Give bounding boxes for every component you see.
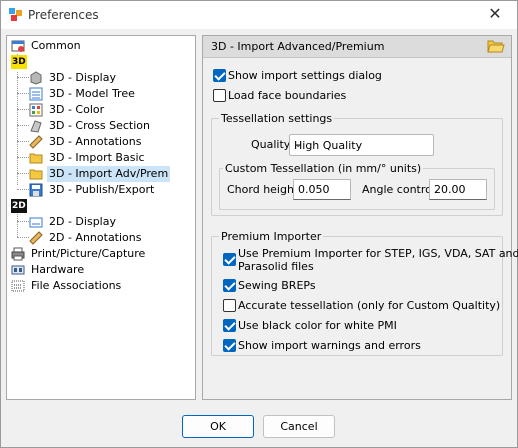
checkbox-label: Show import warnings and errors bbox=[238, 339, 421, 352]
checkbox-label: Accurate tessellation (only for Custom Q… bbox=[238, 299, 501, 312]
close-icon[interactable]: ✕ bbox=[473, 1, 517, 29]
panel-header: 3D - Import Advanced/Premium bbox=[203, 36, 511, 58]
checkbox-box[interactable] bbox=[213, 89, 226, 102]
3d-badge-icon: 3D bbox=[11, 55, 27, 69]
chord-height-label: Chord height bbox=[227, 183, 299, 196]
tree-label: 3D - Cross Section bbox=[49, 119, 150, 132]
sheet-icon bbox=[29, 217, 43, 228]
angle-control-input[interactable]: 20.00 bbox=[429, 179, 487, 200]
folder-icon bbox=[29, 169, 43, 180]
tree-label: 3D - Model Tree bbox=[49, 87, 135, 100]
open-folder-icon[interactable] bbox=[487, 39, 505, 54]
tree-label: Common bbox=[31, 39, 81, 52]
hardware-icon bbox=[11, 265, 25, 275]
checkbox-box[interactable] bbox=[223, 279, 236, 292]
checkbox-label: Use black color for white PMI bbox=[238, 319, 397, 332]
tree-connector bbox=[17, 141, 29, 142]
tree-label: 2D - Display bbox=[49, 215, 116, 228]
tree-connector bbox=[17, 173, 29, 174]
checkbox-box[interactable] bbox=[223, 319, 236, 332]
ok-button[interactable]: OK bbox=[182, 415, 254, 438]
cancel-button[interactable]: Cancel bbox=[263, 415, 335, 438]
checkbox-label: Show import settings dialog bbox=[228, 69, 382, 82]
tree-connector bbox=[17, 237, 29, 238]
checkbox-label-line2: Parasolid files bbox=[238, 260, 314, 273]
tree-label: File Associations bbox=[31, 279, 122, 292]
ruler-icon bbox=[29, 231, 43, 245]
tree-connector bbox=[17, 72, 18, 185]
category-tree[interactable]: Common 3D 3D - Display 3D - Model Tree 3… bbox=[6, 35, 196, 400]
angle-control-value: 20.00 bbox=[434, 183, 466, 196]
tessellation-group-title: Tessellation settings bbox=[219, 112, 335, 125]
app-icon bbox=[9, 8, 22, 21]
panel-title: 3D - Import Advanced/Premium bbox=[211, 40, 385, 53]
preferences-window: Preferences ✕ Common 3D 3D - Display 3D … bbox=[0, 0, 518, 448]
cross-section-icon bbox=[30, 120, 42, 133]
tree-label: 3D - Publish/Export bbox=[49, 183, 155, 196]
tree-connector bbox=[17, 214, 18, 237]
window-title: Preferences bbox=[28, 8, 99, 22]
quality-dropdown[interactable]: High Quality ⌄ bbox=[289, 134, 434, 156]
checkbox-box[interactable] bbox=[223, 299, 236, 312]
tree-label: 2D - Annotations bbox=[49, 231, 142, 244]
custom-tessellation-title: Custom Tessellation (in mm/° units) bbox=[223, 162, 424, 175]
model-tree-icon bbox=[29, 87, 43, 101]
tree-label: 3D - Display bbox=[49, 71, 116, 84]
premium-importer-title: Premium Importer bbox=[219, 230, 324, 243]
quality-label: Quality bbox=[251, 138, 291, 151]
color-palette-icon bbox=[29, 103, 43, 117]
tree-connector bbox=[17, 125, 29, 126]
checkbox-label: Sewing BREPs bbox=[238, 279, 316, 292]
tree-connector bbox=[17, 189, 29, 190]
cube-icon bbox=[30, 71, 42, 85]
printer-icon bbox=[11, 247, 25, 261]
common-icon bbox=[11, 40, 25, 52]
tree-label: 3D - Import Basic bbox=[49, 151, 145, 164]
title-bar: Preferences ✕ bbox=[1, 1, 517, 29]
tree-label: 3D - Annotations bbox=[49, 135, 142, 148]
ruler-icon bbox=[29, 135, 43, 149]
tree-connector bbox=[17, 221, 29, 222]
tree-label: Hardware bbox=[31, 263, 85, 276]
checkbox-box[interactable] bbox=[223, 339, 236, 352]
checkbox-label: Load face boundaries bbox=[228, 89, 347, 102]
checkbox-box[interactable] bbox=[223, 253, 236, 266]
chord-height-value: 0.050 bbox=[298, 183, 330, 196]
tree-connector bbox=[17, 109, 29, 110]
folder-icon bbox=[29, 153, 43, 164]
chevron-down-icon: ⌄ bbox=[294, 139, 303, 150]
tree-connector bbox=[17, 93, 29, 94]
settings-panel: 3D - Import Advanced/Premium Show import… bbox=[202, 35, 518, 400]
tree-connector bbox=[17, 157, 29, 158]
chord-height-input[interactable]: 0.050 bbox=[293, 179, 351, 200]
save-disk-icon bbox=[29, 183, 43, 197]
tree-label: 3D - Import Adv/Prem bbox=[47, 166, 171, 182]
tree-label: Print/Picture/Capture bbox=[31, 247, 146, 260]
2d-badge-icon: 2D bbox=[11, 199, 27, 213]
file-associations-icon bbox=[11, 280, 25, 292]
angle-control-label: Angle control bbox=[362, 183, 435, 196]
checkbox-box[interactable] bbox=[213, 69, 226, 82]
tree-label: 3D - Color bbox=[49, 103, 105, 116]
tree-connector bbox=[17, 77, 29, 78]
